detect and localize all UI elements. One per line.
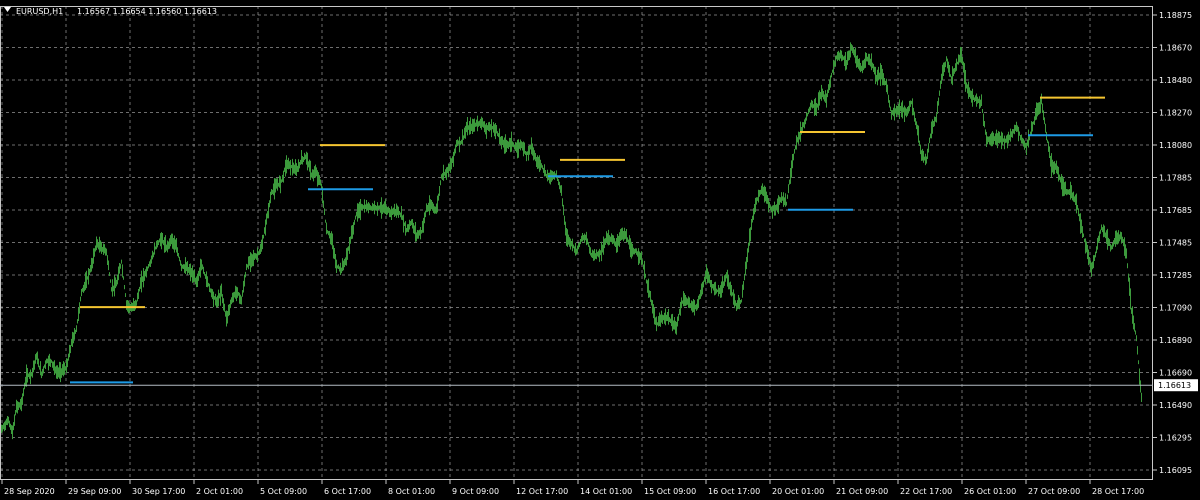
y-tick-label: 1.17090 (1159, 304, 1192, 313)
x-tick-label: 30 Sep 17:00 (132, 487, 185, 496)
x-tick-label: 20 Oct 01:00 (772, 487, 824, 496)
x-tick-label: 26 Oct 01:00 (964, 487, 1016, 496)
x-tick-label: 29 Sep 09:00 (68, 487, 121, 496)
y-tick-label: 1.16095 (1159, 466, 1192, 475)
price-chart[interactable]: 1.18875 1.18670 1.18480 1.18270 1.18080 1.178… (0, 0, 1200, 500)
x-tick-label: 15 Oct 09:00 (644, 487, 696, 496)
ohlc-readout: 1.16567 1.16654 1.16560 1.16613 (77, 7, 217, 16)
y-tick-label: 1.17485 (1159, 239, 1192, 248)
symbol-label: EURUSD,H1 (16, 7, 63, 16)
y-tick-label: 1.17685 (1159, 206, 1192, 215)
y-tick-label: 1.18480 (1159, 76, 1192, 85)
x-tick-label: 6 Oct 17:00 (324, 487, 371, 496)
x-tick-label: 28 Oct 17:00 (1092, 487, 1144, 496)
y-tick-label: 1.18080 (1159, 141, 1192, 150)
y-tick-label: 1.18670 (1159, 44, 1192, 53)
x-tick-label: 12 Oct 17:00 (516, 487, 568, 496)
y-tick-label: 1.18875 (1159, 11, 1192, 20)
y-tick-label: 1.16890 (1159, 336, 1192, 345)
x-tick-label: 16 Oct 17:00 (708, 487, 760, 496)
y-tick-label: 1.16295 (1159, 434, 1192, 443)
x-tick-label: 14 Oct 01:00 (580, 487, 632, 496)
x-tick-label: 9 Oct 09:00 (452, 487, 499, 496)
y-tick-label: 1.17885 (1159, 174, 1192, 183)
x-tick-label: 22 Oct 17:00 (900, 487, 952, 496)
y-tick-label: 1.17285 (1159, 271, 1192, 280)
x-tick-label: 27 Oct 09:00 (1028, 487, 1080, 496)
x-tick-label: 5 Oct 09:00 (260, 487, 307, 496)
price-axis[interactable]: 1.18875 1.18670 1.18480 1.18270 1.18080 1.178… (1153, 11, 1198, 475)
y-tick-label: 1.16490 (1159, 401, 1192, 410)
y-tick-label: 1.16690 (1159, 369, 1192, 378)
current-price-label: 1.16613 (1158, 381, 1191, 390)
x-tick-label: 8 Oct 01:00 (388, 487, 435, 496)
x-tick-label: 2 Oct 01:00 (196, 487, 243, 496)
y-tick-label: 1.18270 (1159, 109, 1192, 118)
x-tick-label: 28 Sep 2020 (4, 487, 55, 496)
x-tick-label: 21 Oct 09:00 (836, 487, 888, 496)
chart-header: EURUSD,H1 1.16567 1.16654 1.16560 1.1661… (4, 7, 217, 16)
